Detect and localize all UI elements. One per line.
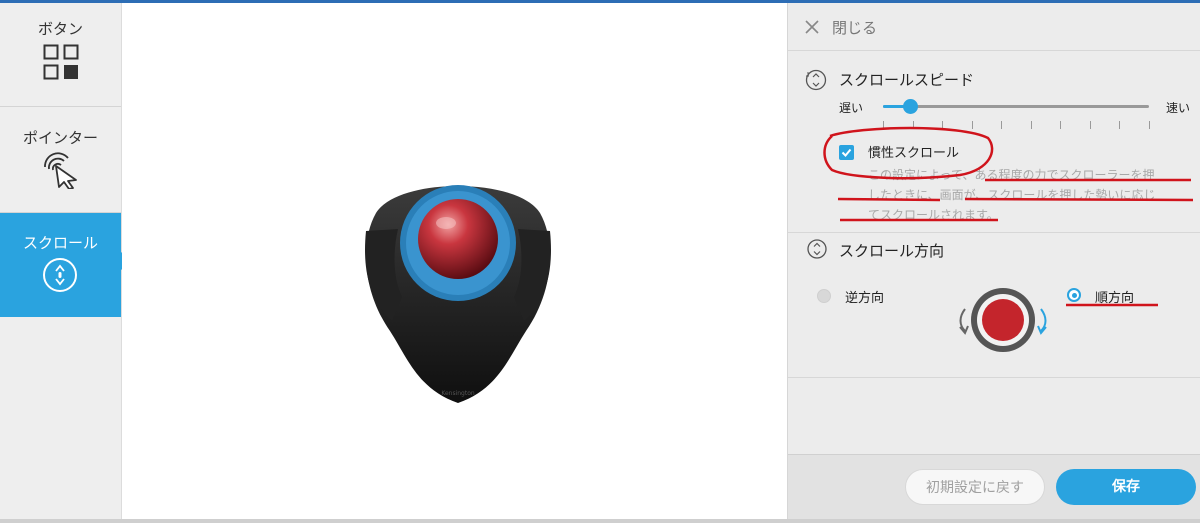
close-label: 閉じる <box>832 19 878 37</box>
description-line: この設定によって、ある程度の力でスクローラーを押 <box>868 168 1155 182</box>
slider-tick <box>971 121 973 129</box>
description-line: したときに、画面が、スクロールを押した勢いに応じ <box>868 188 1156 202</box>
section-divider <box>788 232 1200 233</box>
trackball-mouse-image: Kensington <box>365 185 551 403</box>
slider-tick <box>942 121 944 129</box>
slow-label: 遅い <box>839 101 864 115</box>
settings-panel: 閉じる スクロールスピード 遅い 速い 慣性スクロール この設定によって、ある程… <box>787 3 1200 520</box>
pointer-click-icon <box>44 152 77 189</box>
scroll-speed-slider[interactable] <box>883 99 1149 114</box>
sidebar-item-scroll[interactable]: スクロール <box>0 213 121 317</box>
forward-direction-label: 順方向 <box>1095 291 1135 306</box>
grid-icon <box>43 44 79 80</box>
reverse-direction-label: 逆方向 <box>845 291 885 306</box>
scroll-direction-illustration <box>959 288 1047 352</box>
reset-defaults-button[interactable]: 初期設定に戻す <box>905 469 1045 505</box>
description-line: てスクロールされます。 <box>868 208 999 222</box>
sidebar-item-pointer[interactable]: ポインター <box>0 107 121 213</box>
panel-footer: 初期設定に戻す 保存 <box>788 454 1200 520</box>
inertia-scroll-label: 慣性スクロール <box>868 146 960 161</box>
bottom-bar <box>0 519 1200 523</box>
inertia-description: この設定によって、ある程度の力でスクローラーを押 したときに、画面が、スクロール… <box>868 165 1180 225</box>
checkmark-icon <box>841 148 852 157</box>
sidebar-item-label: スクロール <box>22 234 98 252</box>
slider-thumb[interactable] <box>902 99 918 114</box>
scroll-speed-icon <box>805 69 827 91</box>
sidebar-item-label: ポインター <box>22 129 98 147</box>
scroll-wheel-icon <box>43 258 77 292</box>
slider-tick <box>1001 121 1003 129</box>
forward-direction-radio[interactable] <box>1067 288 1081 302</box>
sidebar-item-button[interactable]: ボタン <box>0 3 121 107</box>
section-divider <box>788 377 1200 378</box>
slider-tick <box>1089 121 1091 129</box>
svg-text:Kensington: Kensington <box>441 390 475 397</box>
preview-canvas: Kensington <box>122 3 786 519</box>
fast-label: 速い <box>1166 101 1191 115</box>
sidebar-item-label: ボタン <box>37 20 83 38</box>
slider-tick <box>1119 121 1121 129</box>
slider-tick <box>883 121 884 129</box>
slider-tick <box>912 121 914 129</box>
close-icon <box>805 20 819 34</box>
close-button[interactable]: 閉じる <box>788 3 1200 51</box>
reverse-direction-radio[interactable] <box>817 289 831 303</box>
save-button[interactable]: 保存 <box>1056 469 1196 505</box>
scroll-direction-icon <box>807 239 827 259</box>
slider-tick <box>1030 121 1032 129</box>
slider-tick <box>1060 121 1062 129</box>
slider-tick <box>1149 121 1150 129</box>
slider-ticks <box>883 121 1150 131</box>
sidebar: ボタン ポインター スクロール <box>0 3 122 519</box>
inertia-scroll-checkbox[interactable] <box>839 145 854 160</box>
scroll-speed-title: スクロールスピード <box>839 71 975 89</box>
scroll-direction-title: スクロール方向 <box>839 242 945 260</box>
